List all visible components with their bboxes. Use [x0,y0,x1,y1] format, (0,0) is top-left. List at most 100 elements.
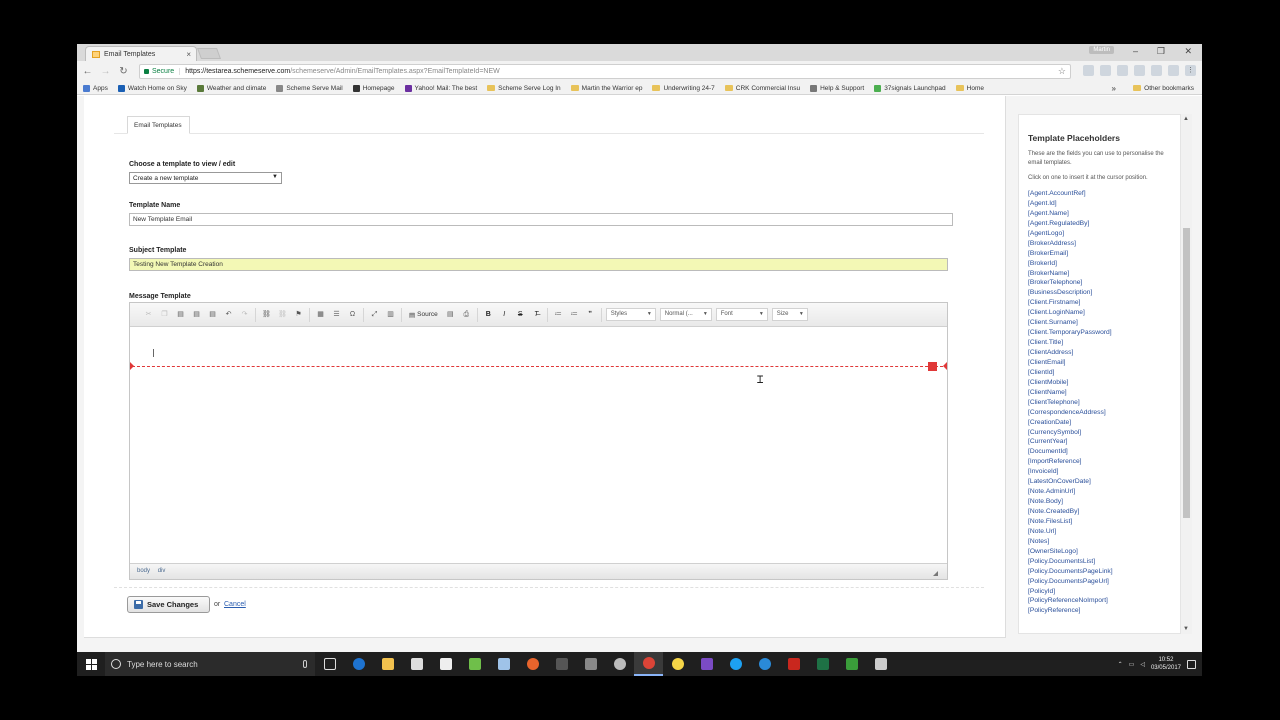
placeholder-item[interactable]: [Client.TemporaryPassword] [1028,328,1113,338]
scroll-down-icon[interactable]: ▼ [1183,626,1189,632]
print-icon[interactable]: ⎙ [459,308,474,321]
placeholder-item[interactable]: [PolicyReference] [1028,606,1113,616]
placeholder-item[interactable]: [Notes] [1028,537,1113,547]
bookmark-item[interactable]: Yahoo! Mail: The best [404,84,477,92]
clock[interactable]: 10:52 03/05/2017 [1151,656,1181,672]
magicline-insert-button[interactable] [928,362,937,371]
bookmark-star-icon[interactable]: ☆ [1058,66,1066,77]
placeholder-item[interactable]: [ClientEmail] [1028,358,1113,368]
tab-close-icon[interactable]: × [186,50,191,59]
placeholder-item[interactable]: [Policy.DocumentsPageLink] [1028,567,1113,577]
paste-text-icon[interactable]: ▤ [189,308,204,321]
placeholder-item[interactable]: [ClientMobile] [1028,378,1113,388]
placeholder-item[interactable]: [Agent.Name] [1028,209,1113,219]
placeholder-item[interactable]: [BusinessDescription] [1028,288,1113,298]
show-blocks-icon[interactable]: ▥ [383,308,398,321]
template-name-input[interactable]: New Template Email [129,213,953,226]
placeholder-item[interactable]: [BrokerTelephone] [1028,278,1113,288]
placeholder-item[interactable]: [InvoiceId] [1028,467,1113,477]
italic-button[interactable]: I [497,308,512,321]
placeholder-item[interactable]: [Note.FilesList] [1028,517,1113,527]
numbered-list-icon[interactable]: ≔ [551,308,566,321]
bookmark-item[interactable]: Watch Home on Sky [117,84,187,92]
other-bookmarks[interactable]: Other bookmarks [1133,85,1194,92]
placeholder-item[interactable]: [ImportReference] [1028,457,1113,467]
magicline[interactable] [132,366,943,367]
remove-format-icon[interactable]: T̶ [529,308,544,321]
bookmark-folder[interactable]: Underwriting 24-7 [652,85,715,92]
table-icon[interactable]: ▦ [313,308,328,321]
internet-explorer-icon[interactable] [750,652,779,676]
template-select[interactable]: Create a new template ▼ [129,172,282,184]
menu-icon[interactable]: ⋮ [1185,65,1196,76]
styles-combo[interactable]: Styles ▼ [605,308,656,321]
bookmark-folder[interactable]: Home [955,85,984,92]
scrollbar-thumb[interactable] [1183,228,1190,518]
action-center-icon[interactable] [1187,659,1196,669]
bookmark-folder[interactable]: CRK Commercial Insu [724,85,800,92]
editor-content-area[interactable] [130,328,947,564]
taskbar-search[interactable]: Type here to search [105,652,315,676]
font-combo[interactable]: Font ▼ [715,308,768,321]
microphone-icon[interactable] [303,660,307,668]
bookmark-item[interactable]: Weather and climate [196,84,266,92]
placeholder-item[interactable]: [Agent.AccountRef] [1028,189,1113,199]
start-button[interactable] [77,652,105,676]
notepad-icon[interactable] [460,652,489,676]
reload-icon[interactable]: ↻ [116,66,131,77]
path-item-body[interactable]: body [137,568,150,574]
bookmark-item[interactable]: 37signals Launchpad [874,84,946,92]
placeholder-item[interactable]: [ClientName] [1028,388,1113,398]
bookmark-folder[interactable]: Martin the Warrior ep [570,85,642,92]
extension-icon[interactable] [1100,65,1111,76]
sticky-notes-icon[interactable] [663,652,692,676]
placeholder-item[interactable]: [ClientAddress] [1028,348,1113,358]
bookmark-item[interactable]: Scheme Serve Mail [276,84,343,92]
placeholder-item[interactable]: [Policy.DocumentsPageUrl] [1028,577,1113,587]
scroll-up-icon[interactable]: ▲ [1183,116,1189,122]
restore-icon[interactable]: ❐ [1157,46,1165,57]
placeholder-item[interactable]: [Note.AdminUrl] [1028,487,1113,497]
subject-template-input[interactable]: Testing New Template Creation [129,258,948,271]
placeholder-item[interactable]: [Agent.Id] [1028,199,1113,209]
extension-icon[interactable] [1083,65,1094,76]
placeholder-item[interactable]: [ClientTelephone] [1028,398,1113,408]
bookmark-item[interactable]: Help & Support [810,84,864,92]
save-changes-button[interactable]: Save Changes [127,596,210,613]
skype-icon[interactable] [721,652,750,676]
chrome-icon[interactable] [634,652,663,676]
secure-indicator[interactable]: Secure [144,68,181,75]
page-scrollbar[interactable]: ▲ ▼ [1181,114,1192,634]
placeholder-item[interactable]: [CurrencySymbol] [1028,428,1113,438]
resize-handle-icon[interactable] [933,571,938,576]
task-view-icon[interactable] [315,652,344,676]
placeholder-item[interactable]: [PolicyId] [1028,587,1113,597]
templates-icon[interactable]: ▤ [443,308,458,321]
placeholder-item[interactable]: [Note.Url] [1028,527,1113,537]
minimize-icon[interactable]: – [1133,46,1138,56]
forward-icon[interactable]: → [98,66,113,77]
bookmark-folder[interactable]: Scheme Serve Log In [487,85,561,92]
back-icon[interactable]: ← [80,66,95,77]
app-icon[interactable] [866,652,895,676]
bulleted-list-icon[interactable]: ≔ [567,308,582,321]
settings-icon[interactable] [605,652,634,676]
placeholder-item[interactable]: [OwnerSiteLogo] [1028,547,1113,557]
format-combo[interactable]: Normal (... ▼ [659,308,712,321]
redo-icon[interactable]: ↷ [237,308,252,321]
extension-icon[interactable] [1168,65,1179,76]
paste-icon[interactable]: ▤ [173,308,188,321]
placeholder-item[interactable]: [AgentLogo] [1028,229,1113,239]
placeholder-item[interactable]: [CurrentYear] [1028,437,1113,447]
placeholder-item[interactable]: [BrokerId] [1028,259,1113,269]
placeholder-item[interactable]: [Note.Body] [1028,497,1113,507]
special-char-icon[interactable]: Ω [345,308,360,321]
placeholder-item[interactable]: [Client.Firstname] [1028,298,1113,308]
placeholder-item[interactable]: [PolicyReferenceNoImport] [1028,596,1113,606]
placeholder-item[interactable]: [BrokerName] [1028,269,1113,279]
strike-button[interactable]: S [513,308,528,321]
placeholder-item[interactable]: [BrokerAddress] [1028,239,1113,249]
visual-studio-icon[interactable] [692,652,721,676]
media-player-icon[interactable] [547,652,576,676]
placeholder-item[interactable]: [Client.Surname] [1028,318,1113,328]
